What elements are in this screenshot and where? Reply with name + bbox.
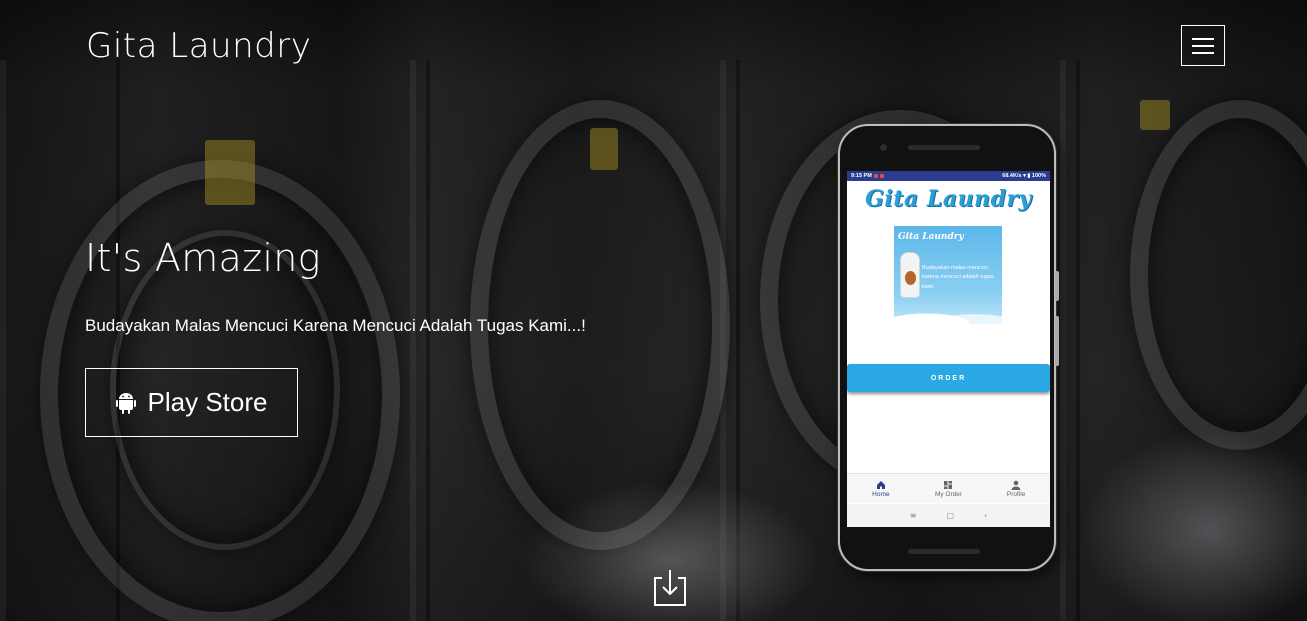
phone-camera	[880, 144, 887, 151]
download-arrow-icon[interactable]	[652, 568, 688, 608]
notification-icon	[873, 173, 878, 178]
app-bottom-nav: Home My Order Profile	[847, 473, 1050, 503]
phone-mockup: 9:15 PM 68.4K/s ▾ ▮ 100% Gita Laundry Gi…	[838, 124, 1059, 571]
mascot-image	[900, 252, 920, 298]
nav-item-profile[interactable]: Profile	[991, 480, 1041, 498]
nav-item-my-order[interactable]: My Order	[923, 480, 973, 498]
bg-label	[1140, 100, 1170, 130]
pager-dot[interactable]	[944, 316, 949, 321]
home-square-icon[interactable]: ▢	[946, 511, 954, 520]
phone-screen: 9:15 PM 68.4K/s ▾ ▮ 100% Gita Laundry Gi…	[847, 171, 1050, 527]
phone-power-button	[1055, 316, 1059, 366]
pager-dot-active[interactable]	[934, 316, 939, 321]
home-icon	[876, 480, 885, 489]
bg-label	[205, 140, 255, 205]
banner-wave	[894, 306, 1002, 324]
banner-logo: Gita Laundry	[898, 232, 964, 242]
android-system-nav: ≡ ▢ ‹	[847, 504, 1050, 527]
bg-laundry-pile	[1080, 430, 1307, 621]
banner-text: Budayakan malas mencuci karena mencuci a…	[922, 265, 994, 290]
bg-machine-panel	[1060, 60, 1080, 621]
phone-volume-button	[1055, 271, 1059, 301]
nav-label: My Order	[934, 490, 963, 498]
order-button[interactable]: ORDER	[847, 364, 1050, 392]
back-icon[interactable]: ‹	[984, 511, 987, 520]
bg-washer-door	[1130, 100, 1307, 450]
status-network: 68.4K/s	[1002, 173, 1022, 179]
android-icon	[115, 392, 136, 414]
menu-toggle-button[interactable]	[1181, 25, 1225, 66]
nav-item-home[interactable]: Home	[856, 480, 906, 498]
nav-label: Home	[872, 490, 890, 498]
hero-background	[0, 0, 1307, 621]
grid-icon	[944, 480, 953, 489]
app-logo: Gita Laundry	[865, 186, 1032, 212]
site-brand[interactable]: Gita Laundry	[86, 26, 311, 66]
person-icon	[1011, 480, 1021, 490]
hamburger-icon	[1192, 37, 1214, 40]
promo-banner[interactable]: Gita Laundry Budayakan malas mencuci kar…	[894, 226, 1002, 324]
menu-icon[interactable]: ≡	[910, 511, 917, 520]
nav-label: Profile	[1006, 490, 1026, 498]
hamburger-icon	[1192, 51, 1214, 54]
phone-statusbar: 9:15 PM 68.4K/s ▾ ▮ 100%	[847, 171, 1050, 181]
bg-label	[590, 128, 618, 170]
pager-dot[interactable]	[924, 316, 929, 321]
hero-subtitle: Budayakan Malas Mencuci Karena Mencuci A…	[85, 316, 586, 335]
bg-machine-panel	[410, 60, 430, 621]
hero-title: It's Amazing	[85, 236, 321, 280]
notification-icon	[879, 173, 884, 178]
play-store-label: Play Store	[147, 387, 268, 417]
status-time: 9:15 PM	[851, 173, 872, 179]
phone-speaker	[908, 145, 980, 150]
play-store-button[interactable]: Play Store	[85, 368, 298, 437]
pager-dot[interactable]	[954, 316, 959, 321]
hamburger-icon	[1192, 44, 1214, 47]
phone-speaker	[908, 549, 980, 554]
carousel-pager[interactable]	[924, 316, 959, 321]
status-battery: 100%	[1031, 173, 1046, 179]
